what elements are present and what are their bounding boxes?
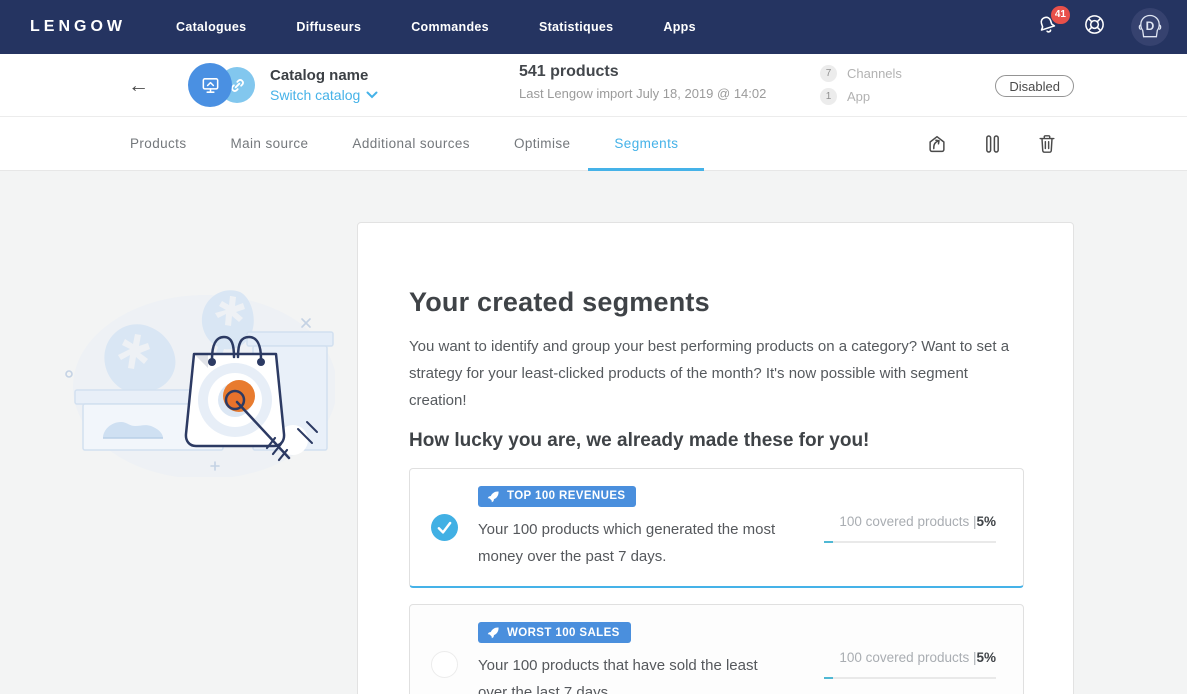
page-title: Your created segments xyxy=(409,287,1073,318)
segment-badge: TOP 100 REVENUES xyxy=(478,486,636,507)
segment-description: Your 100 products which generated the mo… xyxy=(478,516,783,570)
section-subtitle: How lucky you are, we already made these… xyxy=(409,430,1073,452)
channels-stat: 7 Channels xyxy=(820,65,902,82)
catalog-name: Catalog name xyxy=(270,67,378,84)
nav-item-commandes[interactable]: Commandes xyxy=(411,20,489,34)
pause-button[interactable] xyxy=(984,133,1001,155)
pause-icon xyxy=(984,133,1001,155)
segment-select-column xyxy=(410,651,478,678)
segment-percent: 5% xyxy=(976,650,996,665)
nav-item-catalogues[interactable]: Catalogues xyxy=(176,20,246,34)
back-arrow-icon: ← xyxy=(128,74,149,97)
last-import-date: Last Lengow import July 18, 2019 @ 14:02 xyxy=(519,86,766,101)
catalog-name-block: Catalog name Switch catalog xyxy=(270,67,378,103)
intro-text: You want to identify and group your best… xyxy=(409,333,1021,414)
coverage-progress-bar xyxy=(824,541,996,543)
channels-label: Channels xyxy=(847,66,902,81)
segment-description: Your 100 products that have sold the lea… xyxy=(478,652,783,694)
tab-optimise[interactable]: Optimise xyxy=(514,117,570,170)
tab-segments[interactable]: Segments xyxy=(614,117,678,170)
switch-catalog-button[interactable]: Switch catalog xyxy=(270,87,378,103)
nav-item-statistiques[interactable]: Statistiques xyxy=(539,20,613,34)
segment-badge-label: WORST 100 SALES xyxy=(507,627,620,639)
coverage-progress-fill xyxy=(824,541,833,543)
notification-count-badge: 41 xyxy=(1051,6,1070,24)
segment-coverage: 100 covered products | xyxy=(839,514,976,529)
catalog-avatar xyxy=(188,62,256,108)
tab-main-source[interactable]: Main source xyxy=(230,117,308,170)
lengow-logo[interactable]: LENGOW xyxy=(30,18,126,36)
tabs: Products Main source Additional sources … xyxy=(130,117,678,170)
navbar-right: 41 D xyxy=(1036,8,1177,46)
shopping-target-illustration xyxy=(55,262,335,477)
segment-checkbox-unchecked[interactable] xyxy=(431,651,458,678)
catalog-badge xyxy=(188,63,232,107)
products-info: 541 products Last Lengow import July 18,… xyxy=(519,63,766,101)
catalog-actions xyxy=(926,117,1057,170)
segment-card-top-100-revenues[interactable]: TOP 100 REVENUES Your 100 products which… xyxy=(409,468,1024,588)
back-button[interactable]: ← xyxy=(128,75,154,96)
user-avatar[interactable]: D xyxy=(1131,8,1169,46)
main-menu: Catalogues Diffuseurs Commandes Statisti… xyxy=(176,20,696,34)
coverage-progress-fill xyxy=(824,677,833,679)
delete-button[interactable] xyxy=(1037,133,1057,155)
segment-body: WORST 100 SALES Your 100 products that h… xyxy=(478,622,791,694)
help-button[interactable] xyxy=(1083,13,1106,41)
main-content: Your created segments You want to identi… xyxy=(0,171,1187,694)
nav-item-diffuseurs[interactable]: Diffuseurs xyxy=(296,20,361,34)
notifications-button[interactable]: 41 xyxy=(1036,14,1058,41)
segment-stats: 100 covered products |5% xyxy=(791,649,996,679)
segment-badge-label: TOP 100 REVENUES xyxy=(507,490,625,502)
coverage-progress-bar xyxy=(824,677,996,679)
top-navbar: LENGOW Catalogues Diffuseurs Commandes S… xyxy=(0,0,1187,54)
product-count: 541 products xyxy=(519,63,766,81)
app-stat: 1 App xyxy=(820,88,902,105)
export-icon xyxy=(926,133,948,155)
segment-coverage: 100 covered products | xyxy=(839,650,976,665)
trash-icon xyxy=(1037,133,1057,155)
avatar-initial: D xyxy=(1131,19,1169,33)
catalog-header: ← Catalog name Switch catalog 541 xyxy=(0,54,1187,117)
nav-item-apps[interactable]: Apps xyxy=(663,20,695,34)
catalog-stats: 7 Channels 1 App xyxy=(820,65,902,105)
segment-body: TOP 100 REVENUES Your 100 products which… xyxy=(478,486,791,570)
check-icon xyxy=(437,521,452,534)
catalog-tab-bar: Products Main source Additional sources … xyxy=(0,117,1187,171)
channels-count-badge: 7 xyxy=(820,65,837,82)
switch-catalog-label: Switch catalog xyxy=(270,87,360,103)
rocket-icon xyxy=(487,490,500,503)
segments-panel: Your created segments You want to identi… xyxy=(357,222,1074,694)
app-label: App xyxy=(847,89,870,104)
segment-checkbox-checked[interactable] xyxy=(431,514,458,541)
export-button[interactable] xyxy=(926,133,948,155)
segment-card-worst-100-sales[interactable]: WORST 100 SALES Your 100 products that h… xyxy=(409,604,1024,694)
monitor-icon xyxy=(200,75,221,96)
lifebuoy-icon xyxy=(1083,13,1106,41)
tab-products[interactable]: Products xyxy=(130,117,186,170)
segment-stats: 100 covered products |5% xyxy=(791,513,996,543)
status-disabled-button[interactable]: Disabled xyxy=(995,75,1074,97)
segment-percent: 5% xyxy=(976,514,996,529)
chevron-down-icon xyxy=(366,91,378,99)
rocket-icon xyxy=(487,626,500,639)
segment-select-column xyxy=(410,514,478,541)
segment-badge: WORST 100 SALES xyxy=(478,622,631,643)
tab-additional-sources[interactable]: Additional sources xyxy=(352,117,470,170)
app-count-badge: 1 xyxy=(820,88,837,105)
